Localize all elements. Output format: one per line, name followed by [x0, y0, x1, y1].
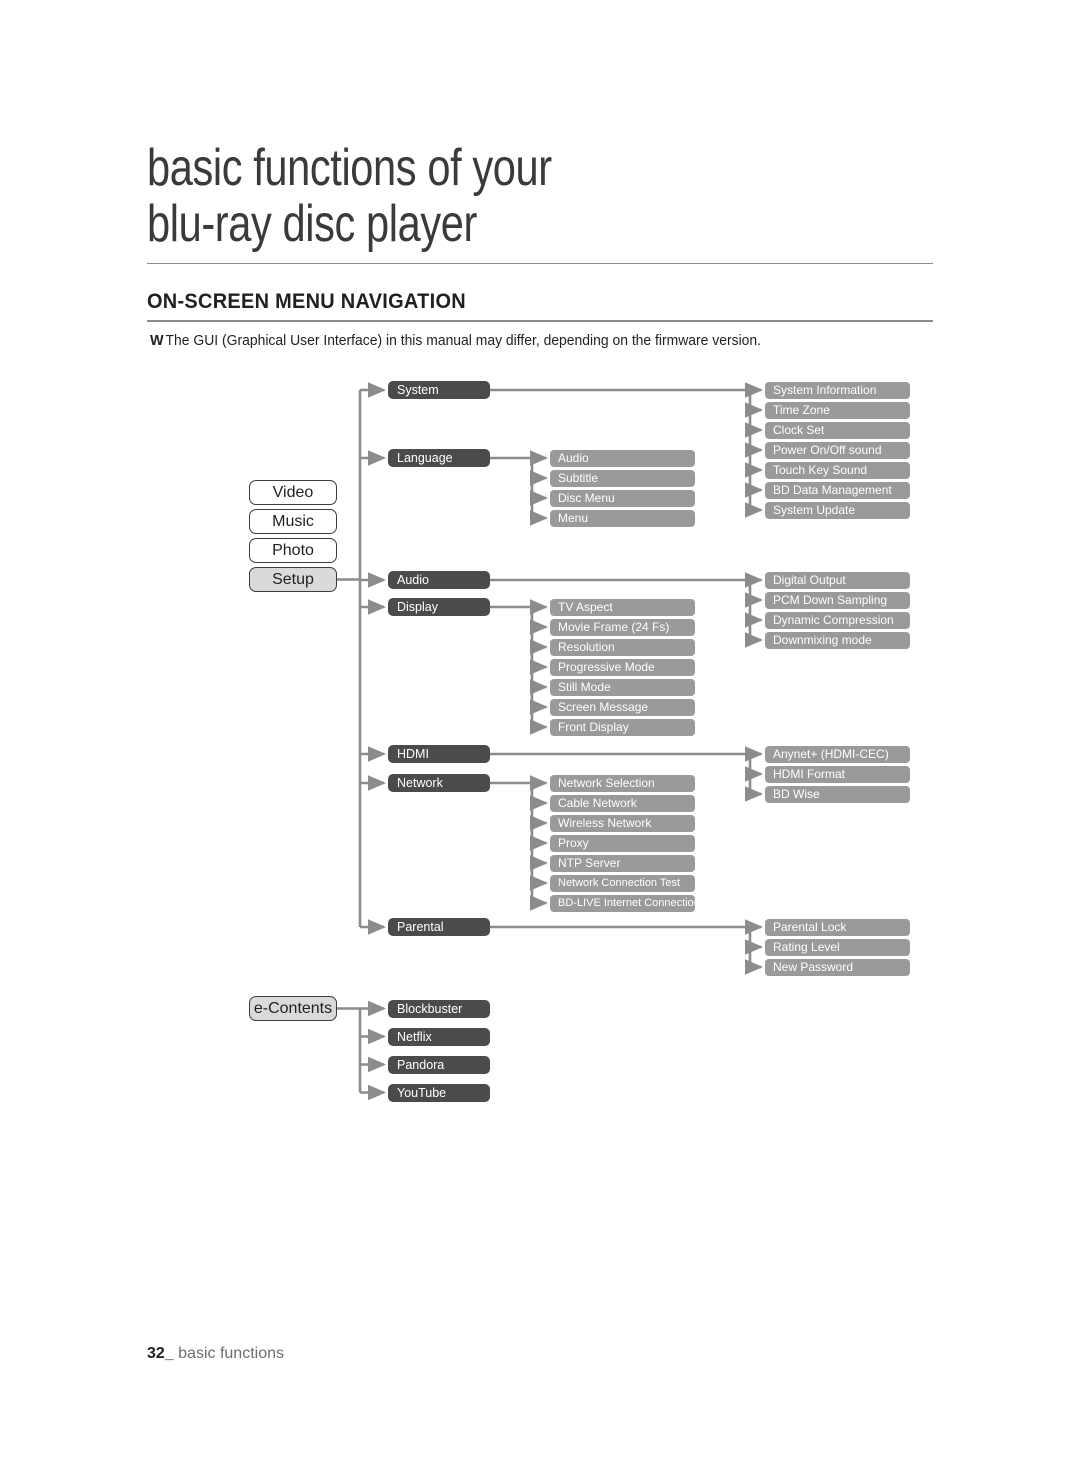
submenu-item-time-zone[interactable]: Time Zone — [765, 401, 910, 419]
submenu-item-cable-network[interactable]: Cable Network — [550, 794, 695, 812]
submenu-item-movie-frame-24-fs-[interactable]: Movie Frame (24 Fs) — [550, 618, 695, 636]
root-menu-item-e-contents[interactable]: e-Contents — [249, 996, 337, 1021]
submenu-item-subtitle[interactable]: Subtitle — [550, 469, 695, 487]
menu-item-audio[interactable]: Audio — [388, 571, 490, 589]
submenu-item-disc-menu[interactable]: Disc Menu — [550, 489, 695, 507]
menu-item-hdmi[interactable]: HDMI — [388, 745, 490, 763]
submenu-item-anynet-hdmi-cec-[interactable]: Anynet+ (HDMI-CEC) — [765, 745, 910, 763]
submenu-item-system-update[interactable]: System Update — [765, 501, 910, 519]
submenu-item-front-display[interactable]: Front Display — [550, 718, 695, 736]
submenu-item-bd-data-management[interactable]: BD Data Management — [765, 481, 910, 499]
econtents-item-pandora[interactable]: Pandora — [388, 1055, 490, 1074]
menu-item-parental[interactable]: Parental — [388, 918, 490, 936]
submenu-item-system-information[interactable]: System Information — [765, 381, 910, 399]
menu-item-system[interactable]: System — [388, 381, 490, 399]
submenu-item-wireless-network[interactable]: Wireless Network — [550, 814, 695, 832]
econtents-item-blockbuster[interactable]: Blockbuster — [388, 999, 490, 1018]
submenu-item-network-connection-test[interactable]: Network Connection Test — [550, 874, 695, 892]
submenu-item-network-selection[interactable]: Network Selection — [550, 774, 695, 792]
submenu-item-progressive-mode[interactable]: Progressive Mode — [550, 658, 695, 676]
submenu-item-parental-lock[interactable]: Parental Lock — [765, 918, 910, 936]
submenu-item-dynamic-compression[interactable]: Dynamic Compression — [765, 611, 910, 629]
menu-navigation-diagram: Video Music Photo Setup System System Informa… — [0, 0, 1080, 1477]
submenu-item-hdmi-format[interactable]: HDMI Format — [765, 765, 910, 783]
submenu-item-menu[interactable]: Menu — [550, 509, 695, 527]
submenu-item-resolution[interactable]: Resolution — [550, 638, 695, 656]
root-menu-item-setup[interactable]: Setup — [249, 567, 337, 592]
menu-item-display[interactable]: Display — [388, 598, 490, 616]
econtents-item-netflix[interactable]: Netflix — [388, 1027, 490, 1046]
diagram-connectors — [337, 382, 764, 1101]
submenu-item-bd-wise[interactable]: BD Wise — [765, 785, 910, 803]
econtents-item-youtube[interactable]: YouTube — [388, 1083, 490, 1102]
submenu-item-pcm-down-sampling[interactable]: PCM Down Sampling — [765, 591, 910, 609]
submenu-item-downmixing-mode[interactable]: Downmixing mode — [765, 631, 910, 649]
submenu-item-clock-set[interactable]: Clock Set — [765, 421, 910, 439]
submenu-item-power-on-off-sound[interactable]: Power On/Off sound — [765, 441, 910, 459]
submenu-item-rating-level[interactable]: Rating Level — [765, 938, 910, 956]
submenu-item-audio[interactable]: Audio — [550, 449, 695, 467]
submenu-item-ntp-server[interactable]: NTP Server — [550, 854, 695, 872]
submenu-item-digital-output[interactable]: Digital Output — [765, 571, 910, 589]
root-menu-item-photo[interactable]: Photo — [249, 538, 337, 563]
footer-page-number: 32_ — [147, 1345, 174, 1362]
submenu-item-tv-aspect[interactable]: TV Aspect — [550, 598, 695, 616]
submenu-item-touch-key-sound[interactable]: Touch Key Sound — [765, 461, 910, 479]
footer-page-label: basic functions — [178, 1345, 284, 1362]
submenu-item-proxy[interactable]: Proxy — [550, 834, 695, 852]
root-menu-item-music[interactable]: Music — [249, 509, 337, 534]
submenu-item-screen-message[interactable]: Screen Message — [550, 698, 695, 716]
page-footer: 32_ basic functions — [147, 1345, 284, 1363]
menu-item-network[interactable]: Network — [388, 774, 490, 792]
submenu-item-new-password[interactable]: New Password — [765, 958, 910, 976]
submenu-item-bd-live-internet-connection[interactable]: BD-LIVE Internet Connection — [550, 894, 695, 912]
submenu-item-still-mode[interactable]: Still Mode — [550, 678, 695, 696]
menu-item-language[interactable]: Language — [388, 449, 490, 467]
root-menu-item-video[interactable]: Video — [249, 480, 337, 505]
